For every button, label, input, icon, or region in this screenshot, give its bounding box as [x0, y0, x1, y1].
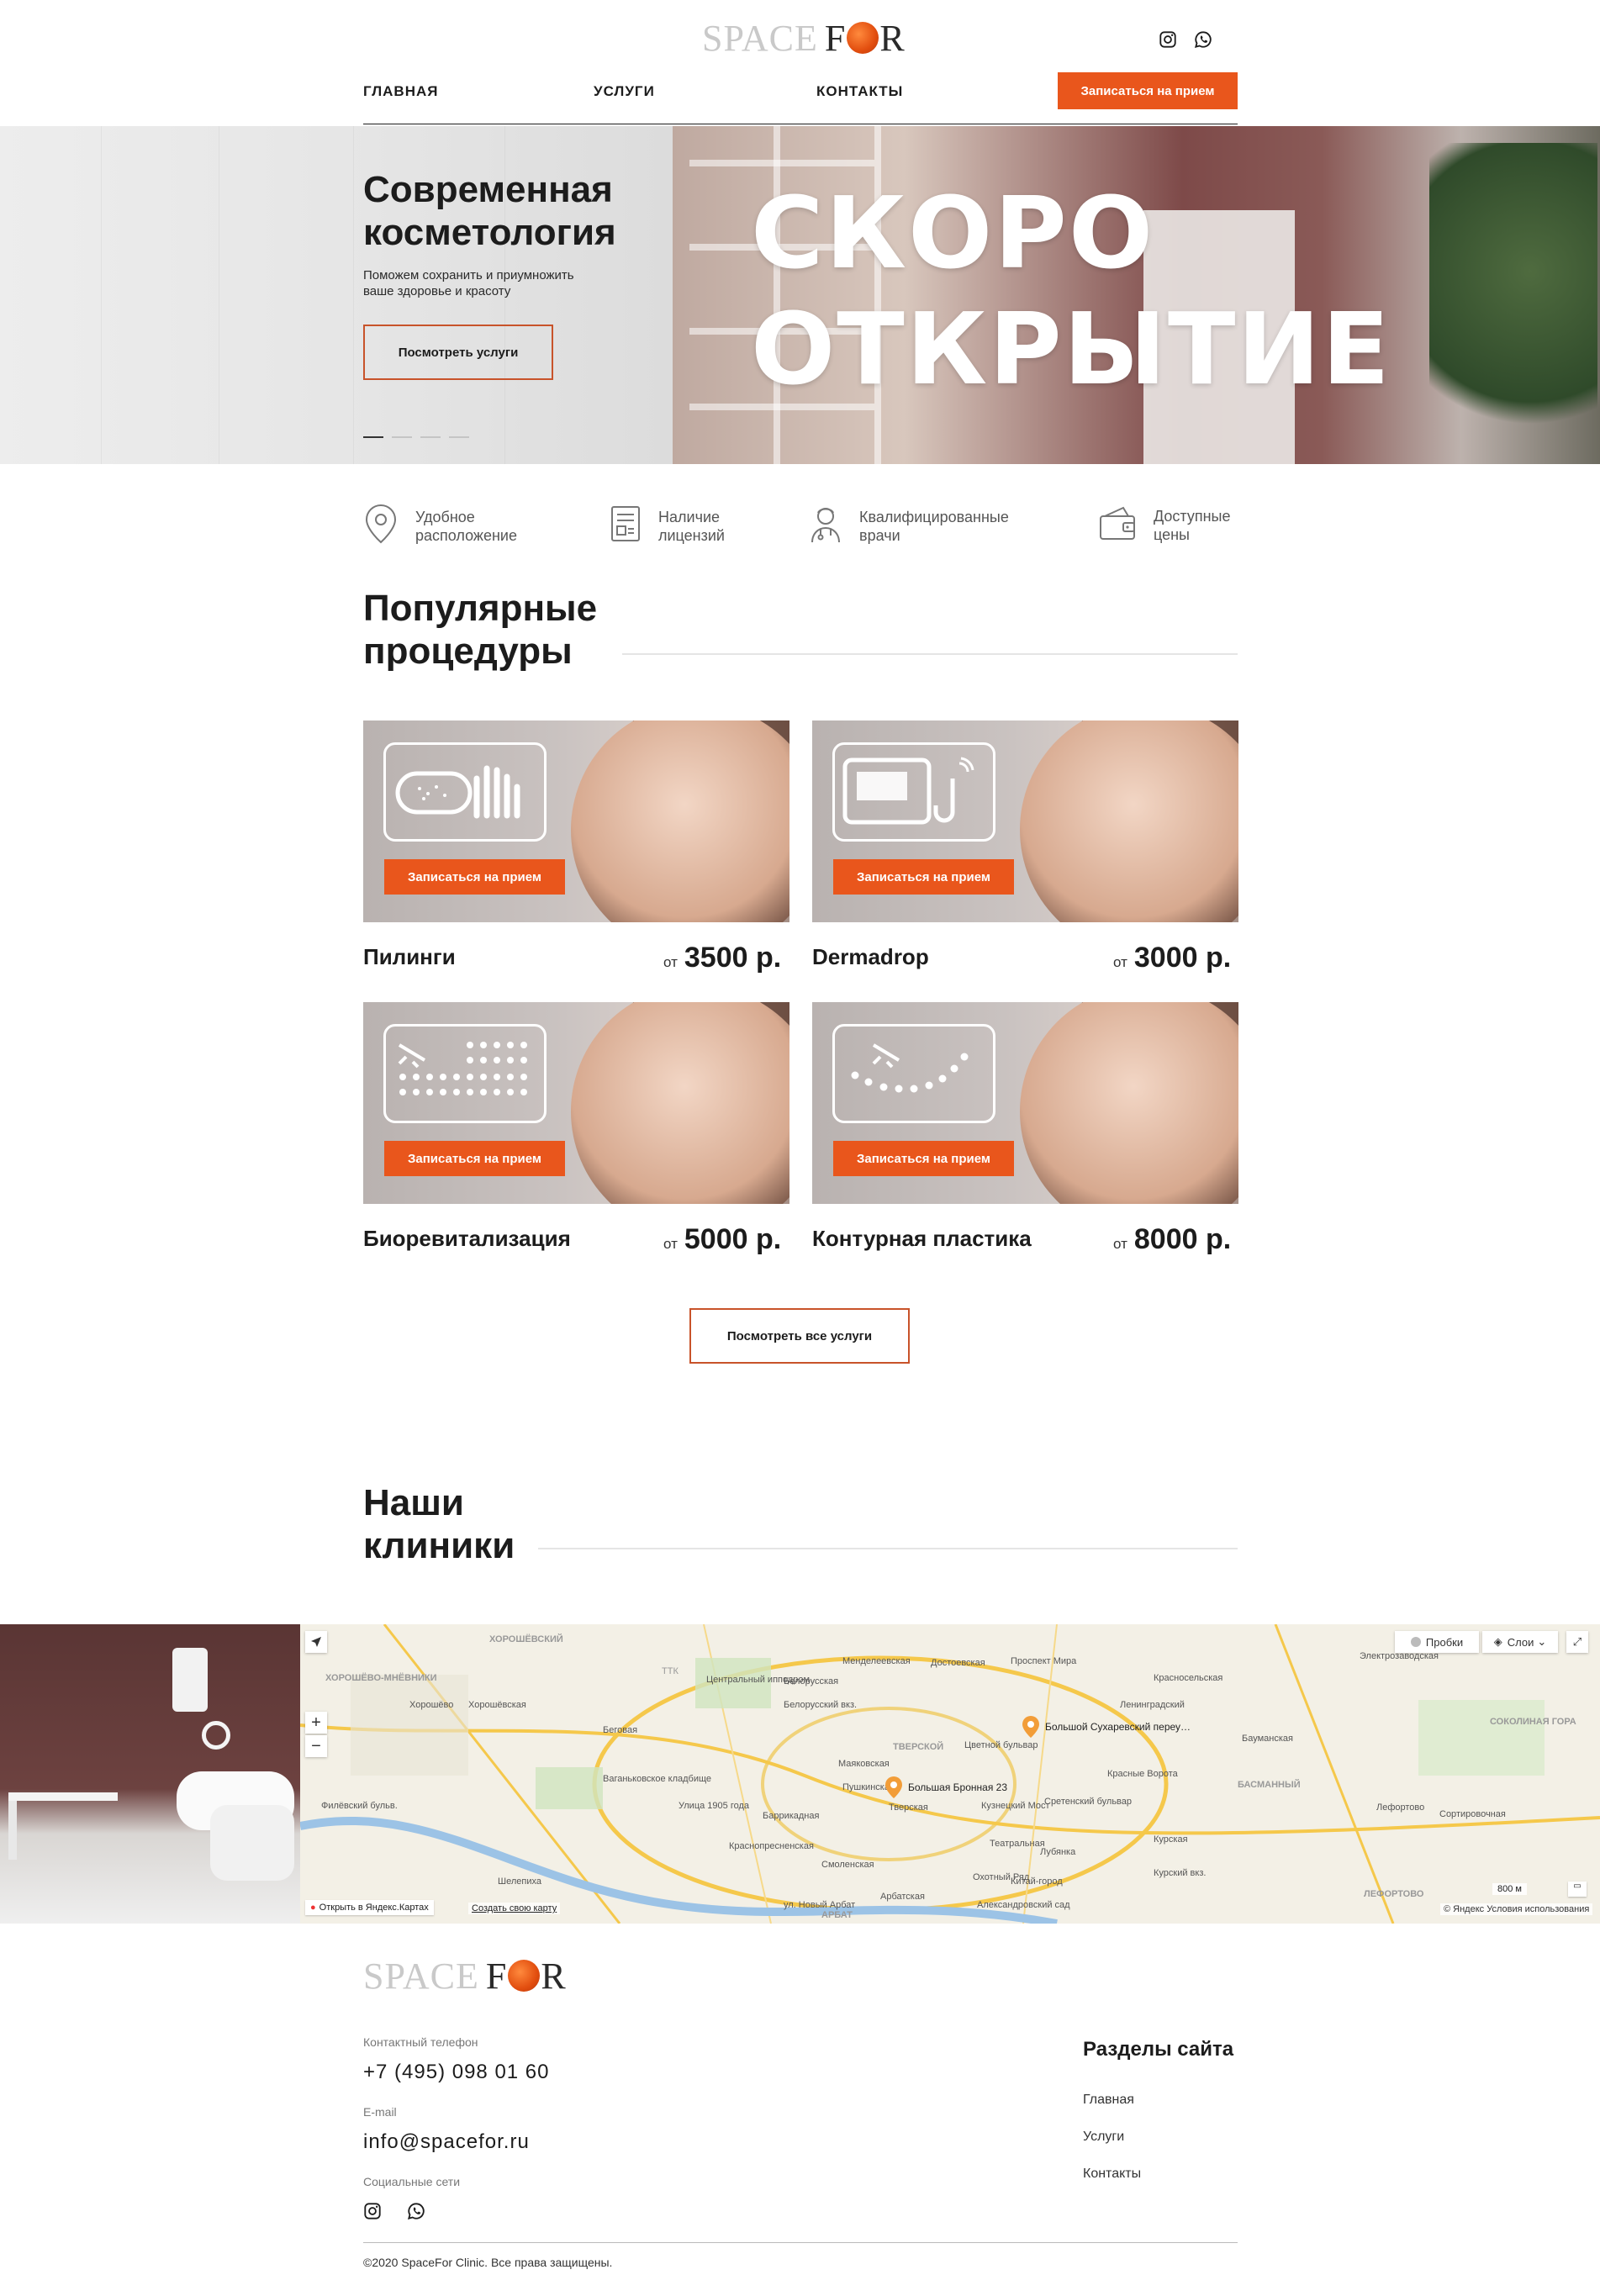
nav-services[interactable]: УСЛУГИ — [594, 83, 655, 100]
procedure-name-biorevitalization[interactable]: Биоревитализация — [363, 1226, 571, 1252]
biorevitalization-icon — [383, 1024, 547, 1123]
map-pin-icon — [885, 1776, 902, 1798]
slide-dot-3[interactable] — [420, 436, 441, 438]
yandex-pin-icon: ● — [310, 1903, 316, 1913]
slide-dot-1[interactable] — [363, 436, 383, 438]
traffic-light-icon — [1410, 1637, 1421, 1647]
hero-coming-soon-line2: ОТКРЫТИЕ — [751, 291, 1391, 407]
footer-sections-title: Разделы сайта — [1083, 2038, 1234, 2061]
yandex-map[interactable]: ХОРОШЁВСКИЙ Хорошёво Хорошёвская ХОРОШЁВ… — [300, 1624, 1600, 1924]
hero-subtitle-line1: Поможем сохранить и приумножить — [363, 268, 574, 282]
footer-logo[interactable]: SPACE F R — [363, 1955, 567, 1997]
footer-link-contacts[interactable]: Контакты — [1083, 2167, 1141, 2182]
footer-email-label: E-mail — [363, 2105, 397, 2119]
header-instagram-icon[interactable] — [1159, 30, 1177, 49]
chevron-down-icon: ⌄ — [1537, 1635, 1547, 1648]
procedure-card-image-peeling[interactable]: Записаться на прием — [363, 720, 789, 922]
map-scale: 800 м — [1492, 1883, 1527, 1895]
footer-phone[interactable]: +7 (495) 098 01 60 — [363, 2061, 550, 2084]
layers-icon: ◈ — [1493, 1635, 1502, 1648]
all-services-button[interactable]: Посмотреть все услуги — [689, 1308, 910, 1364]
hero-title-line1: Современная — [363, 169, 613, 210]
procedure-price-peeling: от 3500 р. — [663, 942, 782, 974]
procedure-name-dermadrop[interactable]: Dermadrop — [812, 944, 929, 970]
map-pin-icon — [1022, 1716, 1039, 1738]
clinics-title-divider — [538, 1548, 1238, 1549]
clinics-title-line1: Наши — [363, 1482, 464, 1523]
clinics-title-line2: клиники — [363, 1525, 515, 1566]
procedure-price-biorevitalization: от 5000 р. — [663, 1223, 782, 1255]
procedures-title-line1: Популярные — [363, 588, 598, 629]
wallet-icon — [1098, 504, 1137, 546]
license-document-icon — [610, 504, 642, 547]
doctor-icon — [809, 503, 842, 549]
footer-link-services[interactable]: Услуги — [1083, 2130, 1124, 2145]
peeling-icon — [383, 742, 547, 842]
procedures-title-line2: процедуры — [363, 631, 573, 672]
logo-orange-o-icon — [847, 22, 879, 54]
map-marker-bronnaya[interactable]: Большая Бронная 23 — [884, 1776, 1007, 1799]
procedure-card-image-biorevitalization[interactable]: Записаться на прием — [363, 1002, 789, 1204]
footer-whatsapp-icon[interactable] — [407, 2202, 425, 2225]
procedure-price-contour: от 8000 р. — [1113, 1223, 1232, 1255]
map-roads — [300, 1624, 1600, 1924]
card-booking-button-peeling[interactable]: Записаться на прием — [384, 859, 565, 895]
procedure-name-peeling[interactable]: Пилинги — [363, 944, 456, 970]
footer-logo-space-text: SPACE — [363, 1955, 479, 1997]
slide-dot-4[interactable] — [449, 436, 469, 438]
nav-contacts[interactable]: КОНТАКТЫ — [816, 83, 903, 100]
card-booking-button-biorevitalization[interactable]: Записаться на прием — [384, 1141, 565, 1176]
footer-email[interactable]: info@spacefor.ru — [363, 2130, 530, 2154]
footer-copyright: ©2020 SpaceFor Clinic. Все права защищен… — [363, 2256, 613, 2269]
map-copyright[interactable]: © Яндекс Условия использования — [1440, 1903, 1593, 1915]
logo-for-text: F R — [824, 17, 906, 59]
header-booking-button[interactable]: Записаться на прием — [1058, 72, 1238, 109]
location-pin-icon — [363, 503, 399, 549]
procedures-title-divider — [622, 653, 1238, 655]
procedure-card-image-contour[interactable]: Записаться на прием — [812, 1002, 1238, 1204]
map-zoom-out-button[interactable]: − — [305, 1735, 327, 1757]
footer-divider — [363, 2242, 1238, 2243]
footer-instagram-icon[interactable] — [363, 2202, 382, 2225]
feature-doctors: Квалифицированные врачи — [809, 503, 1009, 549]
hero-coming-soon-line1: СКОРО — [751, 175, 1155, 291]
footer-link-home[interactable]: Главная — [1083, 2093, 1134, 2108]
procedure-name-contour[interactable]: Контурная пластика — [812, 1226, 1032, 1252]
feature-licenses: Наличие лицензий — [610, 504, 725, 547]
map-geolocation-button[interactable] — [305, 1631, 327, 1653]
procedure-price-dermadrop: от 3000 р. — [1113, 942, 1232, 974]
procedure-card-image-dermadrop[interactable]: Записаться на прием — [812, 720, 1238, 922]
map-ruler-button[interactable]: ▭ — [1568, 1882, 1587, 1897]
map-create-link[interactable]: Создать свою карту — [468, 1903, 561, 1914]
map-zoom-in-button[interactable]: + — [305, 1712, 327, 1734]
slide-dot-2[interactable] — [392, 436, 412, 438]
footer-logo-orange-o-icon — [508, 1960, 541, 1992]
hero-title-line2: косметология — [363, 212, 616, 253]
nav-home[interactable]: ГЛАВНАЯ — [363, 83, 438, 100]
feature-location: Удобное расположение — [363, 503, 517, 549]
hero-slider: СКОРО ОТКРЫТИЕ — [0, 126, 1600, 464]
footer-phone-label: Контактный телефон — [363, 2035, 478, 2049]
footer-social-label: Социальные сети — [363, 2175, 461, 2188]
footer-logo-for-text: F R — [485, 1955, 567, 1997]
expand-icon: ⤢ — [1572, 1635, 1582, 1648]
header-whatsapp-icon[interactable] — [1194, 30, 1212, 49]
dermadrop-device-icon — [832, 742, 995, 842]
map-open-yandex-link[interactable]: ● Открыть в Яндекс.Картах — [305, 1900, 434, 1915]
logo-space-text: SPACE — [702, 17, 818, 59]
header-logo[interactable]: SPACE F R — [702, 17, 906, 59]
map-marker-sukharevsky[interactable]: Большой Сухаревский переу… — [1022, 1715, 1191, 1739]
map-traffic-button[interactable]: Пробки — [1395, 1631, 1479, 1653]
map-layers-button[interactable]: ◈ Слои ⌄ — [1482, 1631, 1558, 1653]
feature-prices: Доступные цены — [1098, 504, 1231, 546]
hero-subtitle-line2: ваше здоровье и красоту — [363, 284, 511, 298]
hero-slide-indicators[interactable] — [363, 427, 478, 442]
card-booking-button-contour[interactable]: Записаться на прием — [833, 1141, 1014, 1176]
contour-plastic-icon — [832, 1024, 995, 1123]
clinic-interior-photo — [0, 1624, 300, 1924]
card-booking-button-dermadrop[interactable]: Записаться на прием — [833, 859, 1014, 895]
navigation-arrow-icon — [311, 1637, 321, 1647]
map-fullscreen-button[interactable]: ⤢ — [1566, 1631, 1588, 1653]
hero-view-services-button[interactable]: Посмотреть услуги — [363, 325, 553, 380]
